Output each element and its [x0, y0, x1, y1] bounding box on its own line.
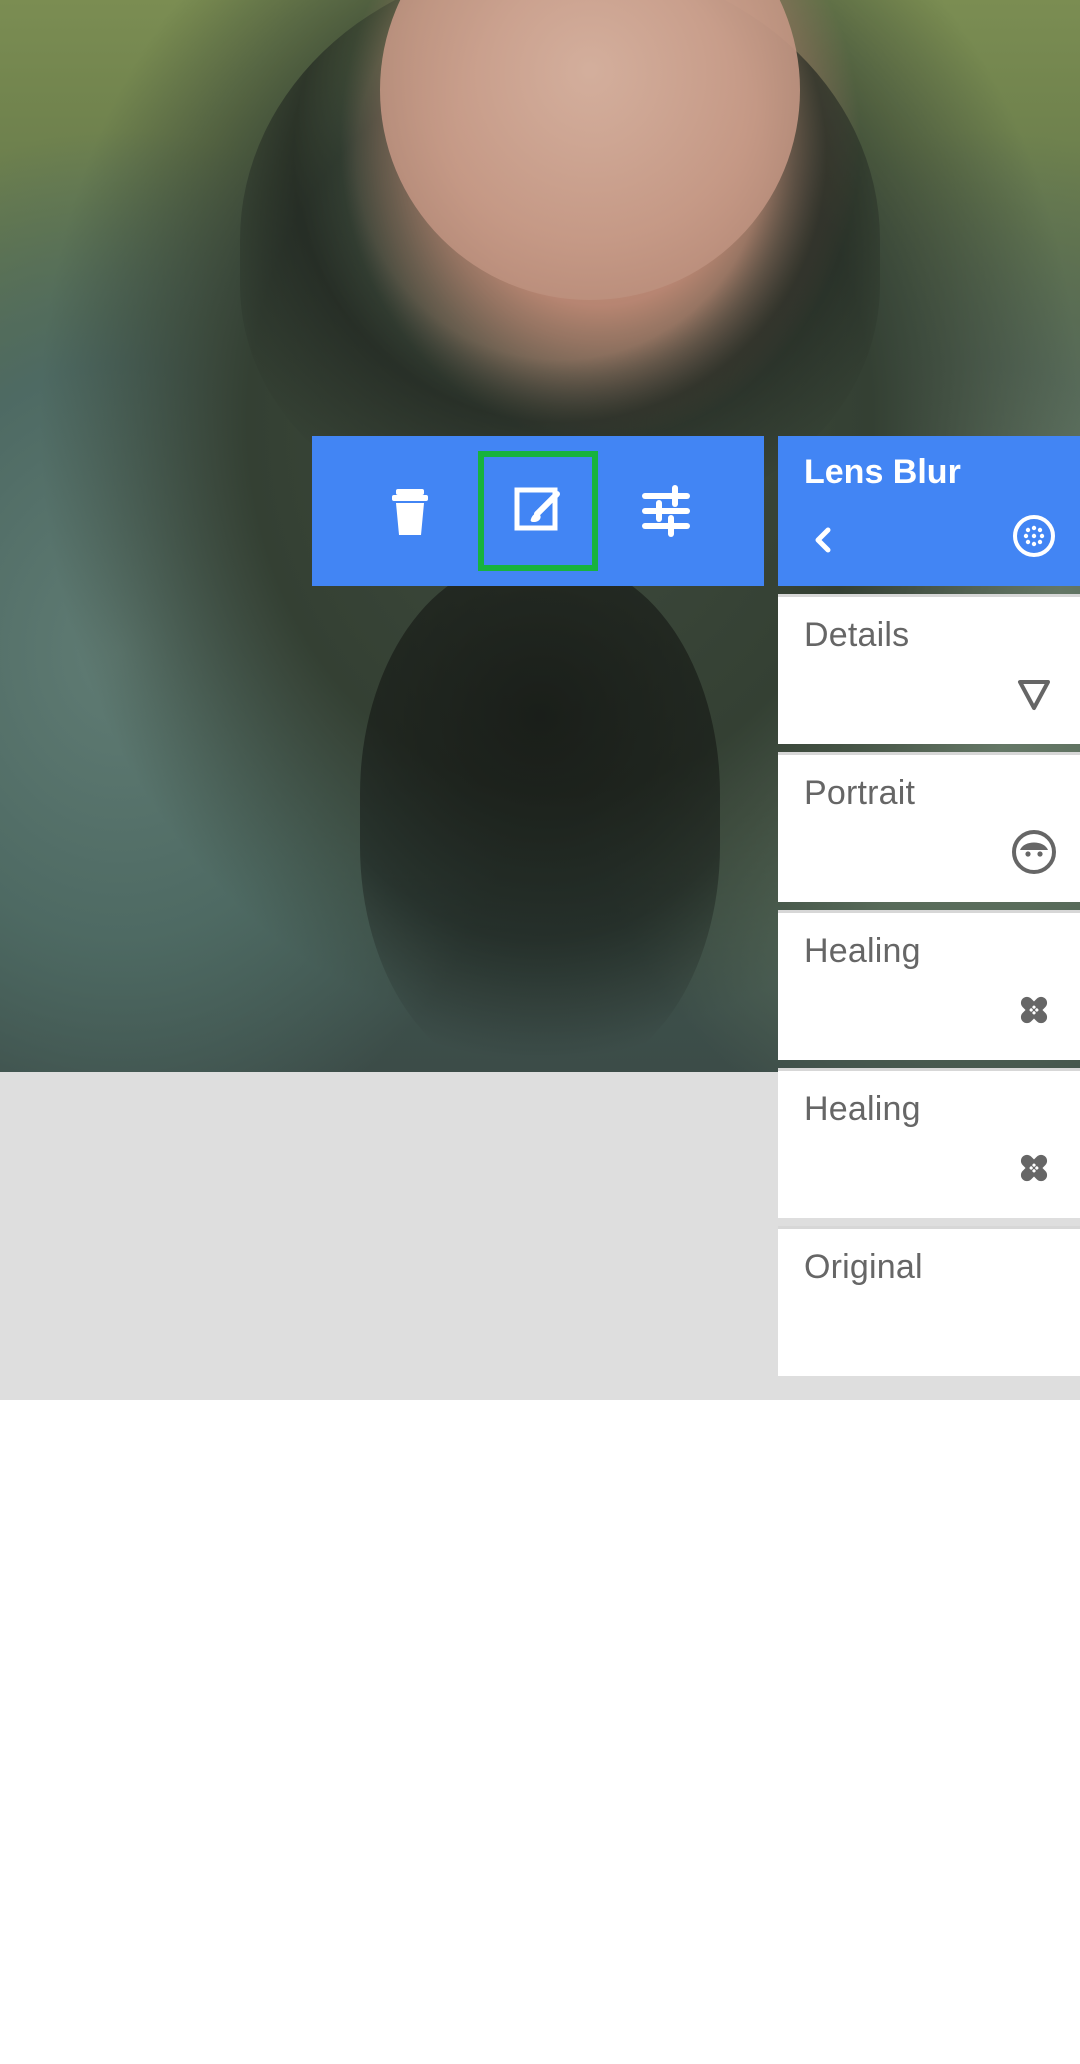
- history-item-healing-2[interactable]: Healing: [778, 1068, 1080, 1218]
- history-item-label: Details: [804, 616, 910, 654]
- adjust-button[interactable]: [606, 451, 726, 571]
- chevron-left-icon[interactable]: [804, 520, 844, 560]
- history-panel: Lens Blur Details Portrait Healing Heali…: [778, 436, 1080, 1376]
- delete-button[interactable]: [350, 451, 470, 571]
- history-item-portrait[interactable]: Portrait: [778, 752, 1080, 902]
- lens-blur-icon: [1010, 512, 1058, 560]
- photo-coat-shadow: [360, 560, 720, 1072]
- trash-icon: [378, 479, 442, 543]
- history-item-label: Original: [804, 1248, 923, 1286]
- tune-sliders-icon: [631, 476, 701, 546]
- history-item-details[interactable]: Details: [778, 594, 1080, 744]
- history-panel-header[interactable]: Lens Blur: [778, 436, 1080, 586]
- history-panel-title: Lens Blur: [804, 453, 961, 491]
- portrait-face-icon: [1010, 828, 1058, 876]
- details-triangle-icon: [1010, 670, 1058, 718]
- history-item-healing-1[interactable]: Healing: [778, 910, 1080, 1060]
- history-item-label: Healing: [804, 1090, 921, 1128]
- history-item-label: Healing: [804, 932, 921, 970]
- brush-edit-icon: [503, 476, 573, 546]
- history-item-original[interactable]: Original: [778, 1226, 1080, 1376]
- history-toolbar: [312, 436, 764, 586]
- healing-bandage-icon: [1010, 1144, 1058, 1192]
- healing-bandage-icon: [1010, 986, 1058, 1034]
- history-item-label: Portrait: [804, 774, 916, 812]
- app-screen: Lens Blur Details Portrait Healing Heali…: [0, 0, 1080, 2064]
- edit-brush-button[interactable]: [478, 451, 598, 571]
